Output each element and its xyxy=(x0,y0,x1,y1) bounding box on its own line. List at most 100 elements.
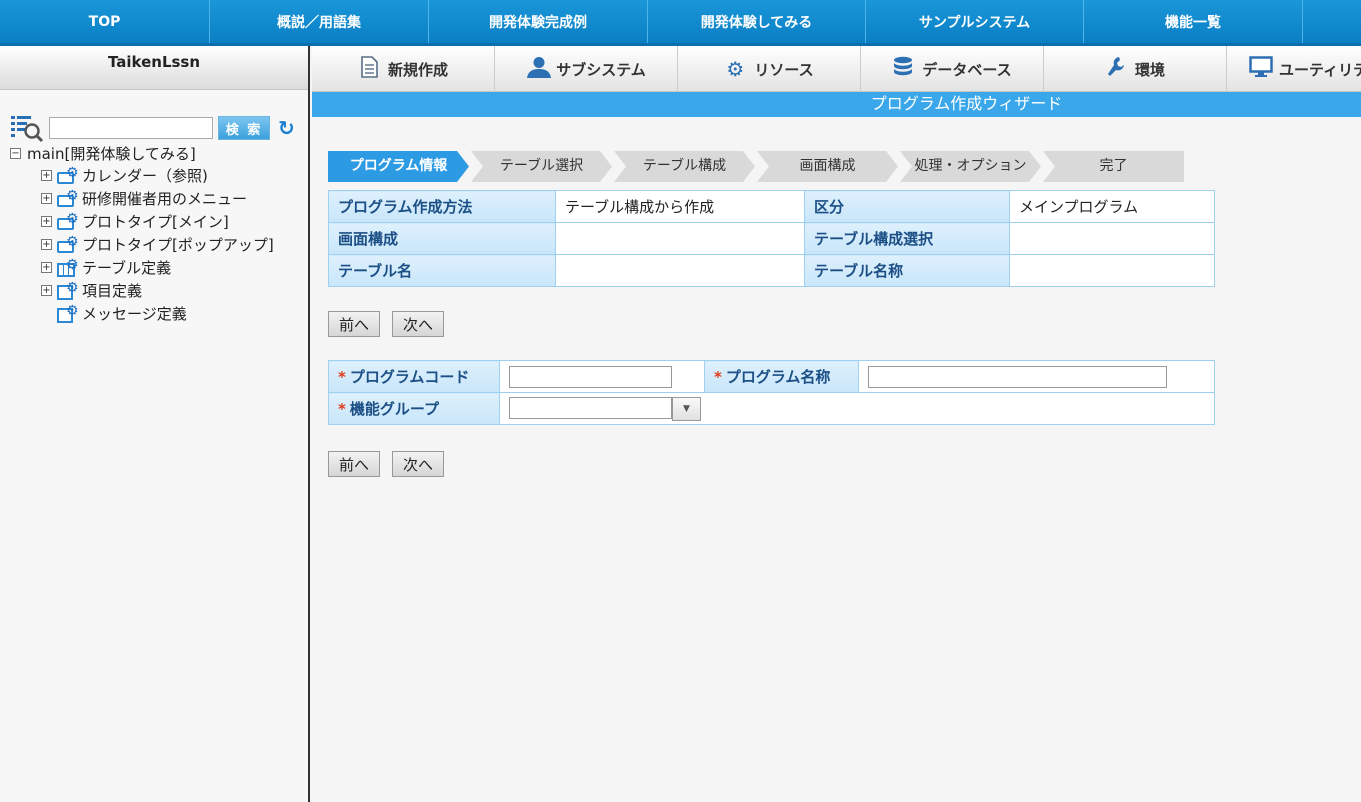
toolbar-subsystem-label: サブシステム xyxy=(556,60,646,79)
sidebar-search: 検 索 ↻ xyxy=(10,114,295,143)
step-complete[interactable]: 完了 xyxy=(1043,151,1184,182)
topnav-complete-example[interactable]: 開発体験完成例 xyxy=(429,0,648,43)
wizard-nav-bottom: 前へ 次へ xyxy=(328,451,456,477)
tree-item-table-definition[interactable]: + ⚙ テーブル定義 xyxy=(41,256,274,279)
sidebar-title: TaikenLssn xyxy=(0,46,308,90)
next-button[interactable]: 次へ xyxy=(392,451,444,477)
tree-item-label: 項目定義 xyxy=(82,282,143,300)
tree-item-message-definition[interactable]: ⚙ メッセージ定義 xyxy=(41,302,274,325)
toolbar-resource[interactable]: ⚙ リソース xyxy=(678,46,861,92)
step-table-config[interactable]: テーブル構成 xyxy=(614,151,755,182)
expand-icon[interactable]: + xyxy=(41,285,52,296)
table-title-value xyxy=(1009,254,1215,287)
prev-button[interactable]: 前へ xyxy=(328,451,380,477)
topnav-overview[interactable]: 概説／用語集 xyxy=(210,0,429,43)
expand-icon[interactable]: + xyxy=(41,262,52,273)
wizard-nav-top: 前へ 次へ xyxy=(328,311,456,337)
toolbar-subsystem[interactable]: サブシステム xyxy=(495,46,678,92)
database-icon xyxy=(892,56,914,83)
expand-icon[interactable]: + xyxy=(41,216,52,227)
topnav-try-dev[interactable]: 開発体験してみる xyxy=(648,0,866,43)
table-row: プログラム作成方法 テーブル構成から作成 区分 メインプログラム xyxy=(328,190,1215,223)
required-mark: * xyxy=(338,400,346,418)
method-value: テーブル構成から作成 xyxy=(555,190,805,223)
wizard-title: プログラム作成ウィザード xyxy=(312,92,1361,117)
kubun-value: メインプログラム xyxy=(1009,190,1215,223)
table-title-label: テーブル名称 xyxy=(804,254,1010,287)
table-row: * プログラムコード * プログラム名称 xyxy=(328,360,1215,393)
screen-label: 画面構成 xyxy=(328,222,556,255)
monitor-icon xyxy=(1249,55,1273,83)
step-options[interactable]: 処理・オプション xyxy=(900,151,1041,182)
tree-item-prototype-main[interactable]: + ⚙ プロトタイプ[メイン] xyxy=(41,210,274,233)
search-button[interactable]: 検 索 xyxy=(218,116,270,140)
required-mark: * xyxy=(338,368,346,386)
item-gear-icon: ⚙ xyxy=(55,280,81,300)
document-icon xyxy=(358,55,380,83)
tree-item-item-definition[interactable]: + ⚙ 項目定義 xyxy=(41,279,274,302)
function-group-select[interactable]: ▼ xyxy=(509,396,1205,421)
table-row: 画面構成 テーブル構成選択 xyxy=(328,222,1215,255)
refresh-icon[interactable]: ↻ xyxy=(278,116,295,140)
toolbar-environment[interactable]: 環境 xyxy=(1044,46,1227,92)
program-name-input[interactable] xyxy=(868,365,1167,388)
toolbar-new[interactable]: 新規作成 xyxy=(312,46,495,92)
expand-icon[interactable]: + xyxy=(41,239,52,250)
prev-button[interactable]: 前へ xyxy=(328,311,380,337)
function-group-label: * 機能グループ xyxy=(328,392,500,425)
step-table-select[interactable]: テーブル選択 xyxy=(471,151,612,182)
search-input[interactable] xyxy=(49,117,213,139)
tree-root[interactable]: − main[開発体験してみる] xyxy=(10,142,274,164)
wrench-icon xyxy=(1105,56,1127,83)
topnav-extra[interactable] xyxy=(1303,0,1361,43)
folder-gear-icon: ⚙ xyxy=(55,234,81,254)
next-button[interactable]: 次へ xyxy=(392,311,444,337)
table-name-value xyxy=(555,254,805,287)
kubun-label: 区分 xyxy=(804,190,1010,223)
step-screen-config[interactable]: 画面構成 xyxy=(757,151,898,182)
tree-item-calendar[interactable]: + ⚙ カレンダー（参照) xyxy=(41,164,274,187)
user-icon xyxy=(526,56,552,83)
table-gear-icon: ⚙ xyxy=(55,257,81,277)
function-group-value[interactable] xyxy=(509,396,672,419)
screen-value xyxy=(555,222,805,255)
tree-item-prototype-popup[interactable]: + ⚙ プロトタイプ[ポップアップ] xyxy=(41,233,274,256)
table-config-label: テーブル構成選択 xyxy=(804,222,1010,255)
program-name-cell xyxy=(858,360,1215,393)
toolbar-database[interactable]: データベース xyxy=(861,46,1044,92)
step-program-info[interactable]: プログラム情報 xyxy=(328,151,469,182)
collapse-icon[interactable]: − xyxy=(10,147,21,159)
tree-item-label: 研修開催者用のメニュー xyxy=(82,190,248,208)
list-search-icon xyxy=(10,114,44,143)
tree-item-organizer-menu[interactable]: + ⚙ 研修開催者用のメニュー xyxy=(41,187,274,210)
tree-item-label: テーブル定義 xyxy=(82,259,172,277)
toolbar-utility-label: ユーティリティ xyxy=(1279,60,1361,79)
expand-icon[interactable]: + xyxy=(41,170,52,181)
toolbar-resource-label: リソース xyxy=(754,60,814,79)
program-code-input[interactable] xyxy=(509,365,672,388)
table-name-label: テーブル名 xyxy=(328,254,556,287)
toolbar-environment-label: 環境 xyxy=(1134,60,1165,79)
program-code-cell xyxy=(499,360,705,393)
program-input-form: * プログラムコード * プログラム名称 * 機能グループ ▼ xyxy=(328,360,1215,425)
topnav-top[interactable]: TOP xyxy=(0,0,210,43)
main-toolbar: 新規作成 サブシステム ⚙ リソース データベース 環境 ユーティリティ xyxy=(312,46,1361,92)
expand-icon[interactable]: + xyxy=(41,193,52,204)
table-row: * 機能グループ ▼ xyxy=(328,392,1215,425)
program-summary-table: プログラム作成方法 テーブル構成から作成 区分 メインプログラム 画面構成 テー… xyxy=(328,190,1215,287)
function-group-label-text: 機能グループ xyxy=(349,400,439,418)
required-mark: * xyxy=(714,368,722,386)
tree-item-label: プロトタイプ[メイン] xyxy=(82,213,229,231)
program-name-label-text: プログラム名称 xyxy=(725,368,831,386)
top-navigation: TOP 概説／用語集 開発体験完成例 開発体験してみる サンプルシステム 機能一… xyxy=(0,0,1361,46)
toolbar-database-label: データベース xyxy=(922,60,1012,79)
program-code-label: * プログラムコード xyxy=(328,360,500,393)
topnav-feature-list[interactable]: 機能一覧 xyxy=(1084,0,1303,43)
topnav-sample-system[interactable]: サンプルシステム xyxy=(866,0,1084,43)
resource-tree: − main[開発体験してみる] + ⚙ カレンダー（参照) + ⚙ 研修開催者… xyxy=(10,142,274,325)
toolbar-new-label: 新規作成 xyxy=(387,60,448,79)
message-gear-icon: ⚙ xyxy=(55,303,81,323)
sidebar: TaikenLssn 検 索 ↻ − main[開発体験してみる] + ⚙ カレ… xyxy=(0,46,310,802)
chevron-down-icon[interactable]: ▼ xyxy=(672,396,701,421)
toolbar-utility[interactable]: ユーティリティ xyxy=(1227,46,1361,92)
